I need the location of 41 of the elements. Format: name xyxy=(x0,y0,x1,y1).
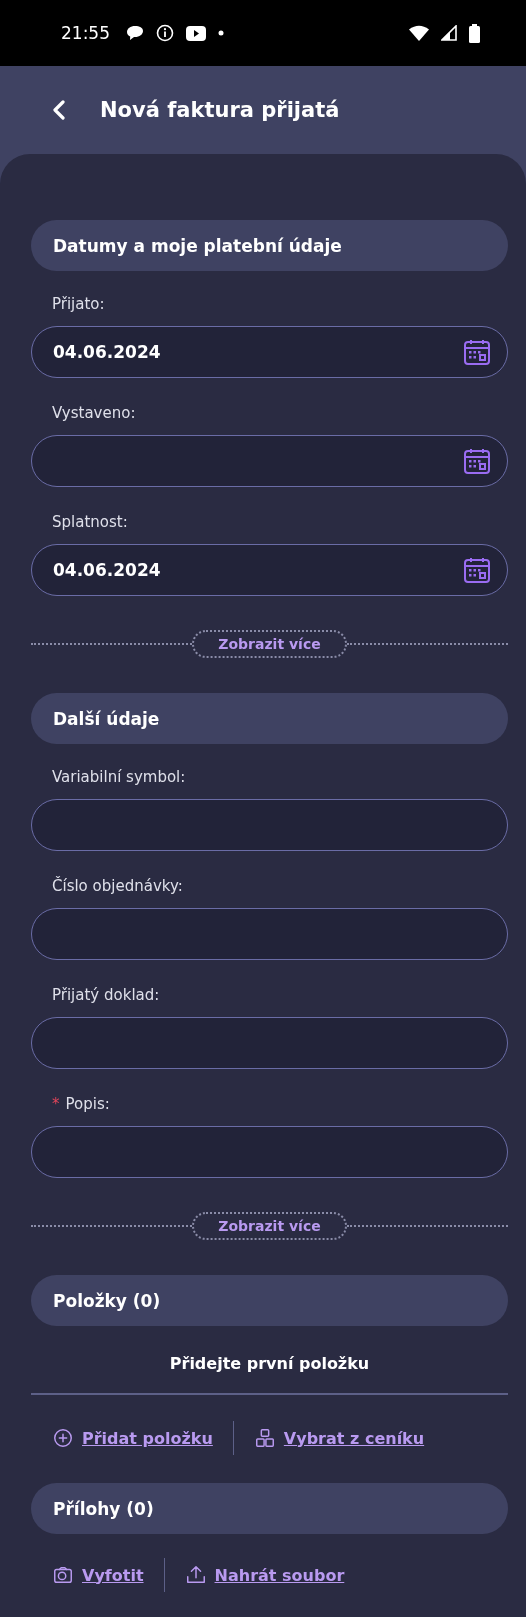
battery-icon xyxy=(469,23,480,43)
section-header: Další údaje xyxy=(31,693,508,744)
input-field[interactable] xyxy=(31,1017,508,1069)
action-link[interactable]: Přidat položku xyxy=(52,1427,213,1449)
wifi-icon xyxy=(409,25,429,41)
input-field[interactable] xyxy=(31,1126,508,1178)
field-label: Přijato: xyxy=(51,295,106,313)
section-header: Položky (0) xyxy=(31,1275,508,1326)
input-field[interactable] xyxy=(31,908,508,960)
field-label: Přijatý doklad: xyxy=(51,986,161,1004)
info-icon xyxy=(156,24,174,42)
section-header: Datumy a moje platební údaje xyxy=(31,220,508,271)
calendar-icon[interactable] xyxy=(463,447,491,475)
show-more-button[interactable]: Zobrazit více xyxy=(192,1212,347,1240)
date-field[interactable]: 04.06.2024 xyxy=(31,544,508,596)
dot-icon xyxy=(218,30,224,36)
page-title: Nová faktura přijatá xyxy=(100,98,340,122)
date-field[interactable] xyxy=(31,435,508,487)
field-label: Splatnost: xyxy=(51,513,129,531)
upload-icon xyxy=(184,1564,207,1586)
calendar-icon[interactable] xyxy=(463,556,491,584)
input-field[interactable] xyxy=(31,799,508,851)
calendar-icon[interactable] xyxy=(463,338,491,366)
section-header: Přílohy (0) xyxy=(31,1483,508,1534)
status-time: 21:55 xyxy=(61,23,110,43)
date-field[interactable]: 04.06.2024 xyxy=(31,326,508,378)
field-label: * Popis: xyxy=(51,1095,111,1113)
action-link[interactable]: Nahrát soubor xyxy=(184,1564,345,1586)
camera-icon xyxy=(52,1564,74,1586)
plus-circle-icon xyxy=(52,1427,74,1449)
video-play-icon xyxy=(186,25,206,41)
field-label: Číslo objednávky: xyxy=(51,877,184,895)
signal-icon xyxy=(441,25,457,41)
action-link[interactable]: Vyfotit xyxy=(52,1564,144,1586)
action-link[interactable]: Vybrat z ceníku xyxy=(253,1427,425,1449)
chat-bubble-icon xyxy=(126,25,144,41)
field-label: Vystaveno: xyxy=(51,404,137,422)
boxes-icon xyxy=(253,1427,276,1449)
field-label: Variabilní symbol: xyxy=(51,768,187,786)
empty-message: Přidejte první položku xyxy=(168,1354,371,1373)
show-more-button[interactable]: Zobrazit více xyxy=(192,630,347,658)
